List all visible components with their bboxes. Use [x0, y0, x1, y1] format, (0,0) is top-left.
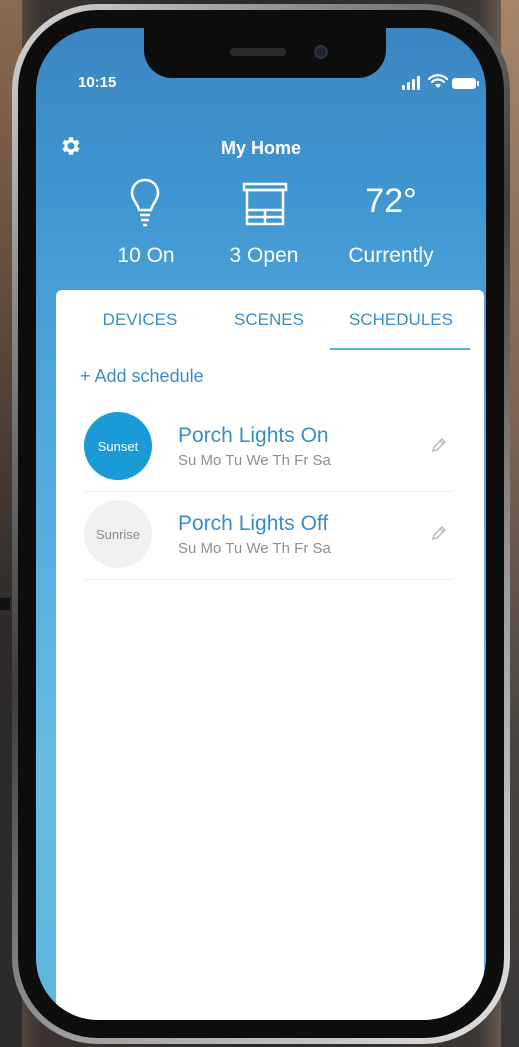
tab-bar: DEVICES SCENES SCHEDULES — [56, 290, 484, 350]
background-marker — [0, 598, 10, 610]
phone-bezel: 10:15 My Home 10 On 3 Open 72° Currently… — [18, 10, 504, 1038]
temperature-value: 72° — [365, 182, 417, 220]
temperature-label: Currently — [348, 244, 434, 267]
active-tab-indicator — [330, 348, 470, 350]
schedule-name: Porch Lights Off — [178, 512, 329, 535]
phone-frame: 10:15 My Home 10 On 3 Open 72° Currently… — [12, 4, 510, 1044]
content-panel: DEVICES SCENES SCHEDULES + Add schedule … — [56, 290, 484, 1020]
tab-devices[interactable]: DEVICES — [70, 310, 210, 330]
sunrise-badge: Sunrise — [84, 500, 152, 568]
schedule-name: Porch Lights On — [178, 424, 329, 447]
lightbulb-icon — [130, 178, 160, 227]
phone-screen: 10:15 My Home 10 On 3 Open 72° Currently… — [36, 28, 486, 1020]
front-camera — [314, 45, 328, 59]
schedule-row[interactable]: Sunrise Porch Lights Off Su Mo Tu We Th … — [84, 496, 454, 580]
schedule-days: Su Mo Tu We Th Fr Sa — [178, 452, 331, 469]
shades-summary[interactable]: 3 Open — [204, 178, 324, 278]
notch — [144, 28, 386, 78]
signal-icon — [402, 76, 424, 90]
wifi-icon — [428, 74, 448, 88]
lights-summary-label: 10 On — [117, 244, 175, 267]
tab-schedules[interactable]: SCHEDULES — [332, 310, 470, 330]
sunset-badge: Sunset — [84, 412, 152, 480]
status-icons — [402, 74, 482, 92]
lights-summary[interactable]: 10 On — [88, 178, 204, 278]
home-title: My Home — [220, 138, 301, 158]
pencil-icon[interactable] — [430, 436, 448, 454]
status-time: 10:15 — [78, 74, 117, 91]
shades-summary-label: 3 Open — [229, 244, 299, 267]
window-shade-icon — [242, 182, 288, 226]
schedule-row[interactable]: Sunset Porch Lights On Su Mo Tu We Th Fr… — [84, 408, 454, 492]
tab-scenes[interactable]: SCENES — [216, 310, 322, 330]
add-schedule-link[interactable]: + Add schedule — [80, 366, 204, 387]
battery-icon — [452, 78, 479, 89]
schedule-days: Su Mo Tu We Th Fr Sa — [178, 540, 331, 557]
pencil-icon[interactable] — [430, 524, 448, 542]
temperature-summary[interactable]: 72° Currently — [328, 178, 454, 278]
speaker — [230, 48, 286, 56]
